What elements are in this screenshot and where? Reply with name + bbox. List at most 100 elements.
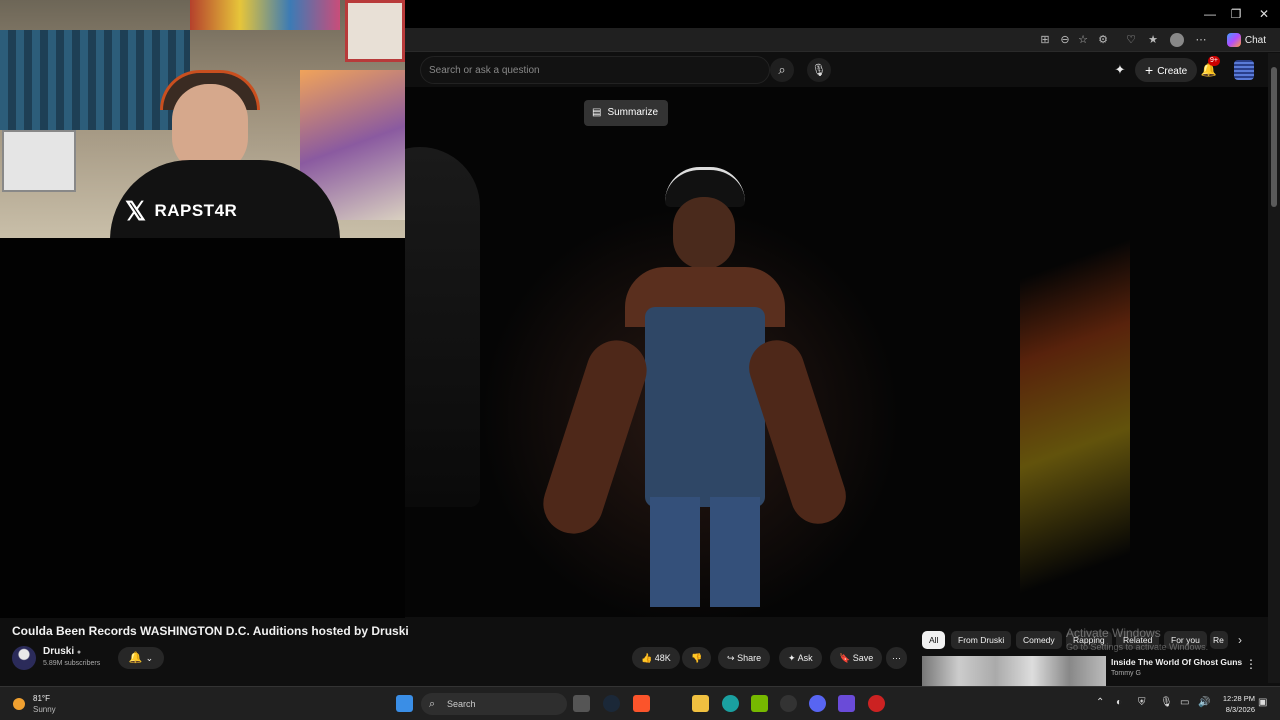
clock-time: 12:28 PM xyxy=(1222,694,1255,703)
webcam-shadow xyxy=(0,238,405,618)
weather-sun-icon[interactable] xyxy=(13,698,25,710)
activation-watermark: Activate Windows xyxy=(1066,626,1161,640)
zoom-icon[interactable]: ⊖ xyxy=(1058,33,1072,47)
notification-center-icon[interactable]: ▣ xyxy=(1258,697,1267,708)
notifications-bell-icon[interactable]: 🔔 9+ xyxy=(1200,56,1220,79)
notification-badge: 9+ xyxy=(1208,56,1220,66)
favorites-icon[interactable]: ★ xyxy=(1146,33,1160,47)
video-performer xyxy=(535,157,854,617)
profile-icon[interactable] xyxy=(1170,33,1184,47)
x-logo-icon: 𝕏 xyxy=(125,196,147,226)
voice-search-button[interactable]: 🎙 xyxy=(807,58,831,82)
scroll-thumb[interactable] xyxy=(1271,67,1277,207)
app-grid-icon[interactable] xyxy=(838,695,855,712)
search-input[interactable]: Search or ask a question xyxy=(420,56,770,84)
steam-icon[interactable] xyxy=(603,695,620,712)
taskbar-search[interactable]: ⌕ Search xyxy=(421,693,567,715)
chevron-right-icon[interactable]: › xyxy=(1238,633,1242,647)
chevron-down-icon: ⌄ xyxy=(145,653,154,663)
like-count: 48K xyxy=(654,653,671,663)
copilot-chat-button[interactable]: Chat xyxy=(1226,31,1266,49)
sparkle-icon: ✦ xyxy=(788,653,796,663)
premium-sparkle-icon[interactable]: ✦ xyxy=(1111,61,1129,79)
volume-icon[interactable]: 🔊 xyxy=(1198,697,1210,708)
ask-label: Ask xyxy=(797,653,813,663)
windows-start-icon[interactable] xyxy=(396,695,413,712)
search-button[interactable]: ⌕ xyxy=(770,58,794,82)
favorite-star-icon[interactable]: ☆ xyxy=(1076,33,1090,47)
clock-date: 8/3/2026 xyxy=(1225,705,1255,714)
nvidia-icon[interactable] xyxy=(751,695,768,712)
more-horizontal-icon: ⋯ xyxy=(892,653,901,663)
taskbar-search-label: Search xyxy=(447,699,476,709)
taskbar-search-icon: ⌕ xyxy=(429,698,436,710)
save-label: Save xyxy=(852,653,874,663)
bookmark-icon: 🔖 xyxy=(839,653,851,663)
browser-essentials-icon[interactable]: ♡ xyxy=(1124,33,1138,47)
recommended-channel[interactable]: Tommy G xyxy=(1111,670,1141,677)
channel-name-text: Druski xyxy=(43,646,75,657)
tray-overflow-icon[interactable]: ⌃ xyxy=(1096,697,1104,708)
discord-icon[interactable] xyxy=(809,695,826,712)
subscription-bell-button[interactable]: 🔔 ⌄ xyxy=(118,647,164,669)
account-avatar[interactable] xyxy=(1234,60,1254,80)
youtube-header: Search or ask a question ⌕ 🎙 ✦ + Create 🔔… xyxy=(405,53,1268,87)
plus-icon: + xyxy=(1145,62,1154,78)
more-menu-icon[interactable]: ⋯ xyxy=(1194,33,1208,47)
verified-icon: ● xyxy=(76,649,82,656)
video-title: Coulda Been Records WASHINGTON D.C. Audi… xyxy=(12,624,409,638)
chip-all[interactable]: All xyxy=(922,631,946,649)
recommended-menu-icon[interactable]: ⋮ xyxy=(1245,657,1257,671)
file-explorer-icon[interactable] xyxy=(692,695,709,712)
summarize-button[interactable]: ▤ Summarize xyxy=(584,100,669,126)
share-label: Share xyxy=(737,653,762,663)
save-button[interactable]: 🔖 Save xyxy=(830,647,883,669)
network-icon[interactable]: ▭ xyxy=(1180,697,1189,708)
subscriber-count: 5.89M subscribers xyxy=(43,660,101,667)
webcam-overlay: 𝕏 RAPST4R xyxy=(0,0,405,238)
extensions-icon[interactable]: ⚙ xyxy=(1096,33,1110,47)
brave-icon[interactable] xyxy=(633,695,650,712)
chip-more[interactable]: Re xyxy=(1210,631,1228,649)
summarize-label: Summarize xyxy=(607,107,659,118)
tray-mic-icon[interactable]: 🎙 xyxy=(1160,697,1173,708)
streamer-name: RAPST4R xyxy=(154,201,238,220)
page-scrollbar[interactable] xyxy=(1268,53,1280,683)
activation-watermark-subtitle: Go to Settings to activate Windows. xyxy=(1066,642,1209,652)
summarize-icon: ▤ xyxy=(592,107,602,118)
video-amber-light xyxy=(1020,237,1130,617)
dislike-button[interactable]: 👎 xyxy=(682,647,712,669)
share-icon: ↪ xyxy=(727,653,735,663)
edge-icon[interactable] xyxy=(722,695,739,712)
close-icon[interactable]: ✕ xyxy=(1256,6,1272,22)
task-view-icon[interactable] xyxy=(573,695,590,712)
record-icon[interactable] xyxy=(868,695,885,712)
app-available-icon[interactable]: ⊞ xyxy=(1038,33,1052,47)
share-button[interactable]: ↪ Share xyxy=(718,647,771,669)
chip-from-druski[interactable]: From Druski xyxy=(951,631,1012,649)
copilot-icon xyxy=(1226,33,1241,47)
recommended-thumbnail[interactable] xyxy=(922,656,1106,686)
browser-toolbar: ⊞ ⊖ ☆ ⚙ ♡ ★ ⋯ Chat xyxy=(405,28,1280,52)
obs-icon[interactable] xyxy=(780,695,797,712)
like-button[interactable]: 👍 48K xyxy=(632,647,680,669)
chip-comedy[interactable]: Comedy xyxy=(1016,631,1062,649)
tray-shield-icon[interactable]: ⛨ xyxy=(1138,697,1146,708)
window-titlebar: — ❐ ✕ xyxy=(405,0,1280,28)
channel-name[interactable]: Druski ● xyxy=(43,646,81,657)
channel-avatar[interactable] xyxy=(12,646,36,670)
more-actions-button[interactable]: ⋯ xyxy=(886,647,907,669)
wall-frame xyxy=(345,0,405,62)
weather-temperature[interactable]: 81°F xyxy=(33,694,50,703)
tray-app-icon[interactable]: ◐ xyxy=(1116,697,1122,708)
microphone-icon: 🎙 xyxy=(811,63,827,77)
recommended-title[interactable]: Inside The World Of Ghost Guns xyxy=(1111,657,1242,667)
create-button[interactable]: + Create xyxy=(1135,58,1198,82)
windows-taskbar: 81°F Sunny ⌕ Search ⌃ ◐ ⛨ 🎙 ▭ 🔊 12:28 PM … xyxy=(0,686,1280,720)
weather-condition[interactable]: Sunny xyxy=(33,705,56,714)
maximize-icon[interactable]: ❐ xyxy=(1228,6,1244,22)
ask-button[interactable]: ✦ Ask xyxy=(779,647,822,669)
system-clock[interactable]: 12:28 PM 8/3/2026 xyxy=(1215,693,1255,715)
minimize-icon[interactable]: — xyxy=(1202,6,1218,22)
thumbs-down-icon: 👎 xyxy=(691,653,703,663)
